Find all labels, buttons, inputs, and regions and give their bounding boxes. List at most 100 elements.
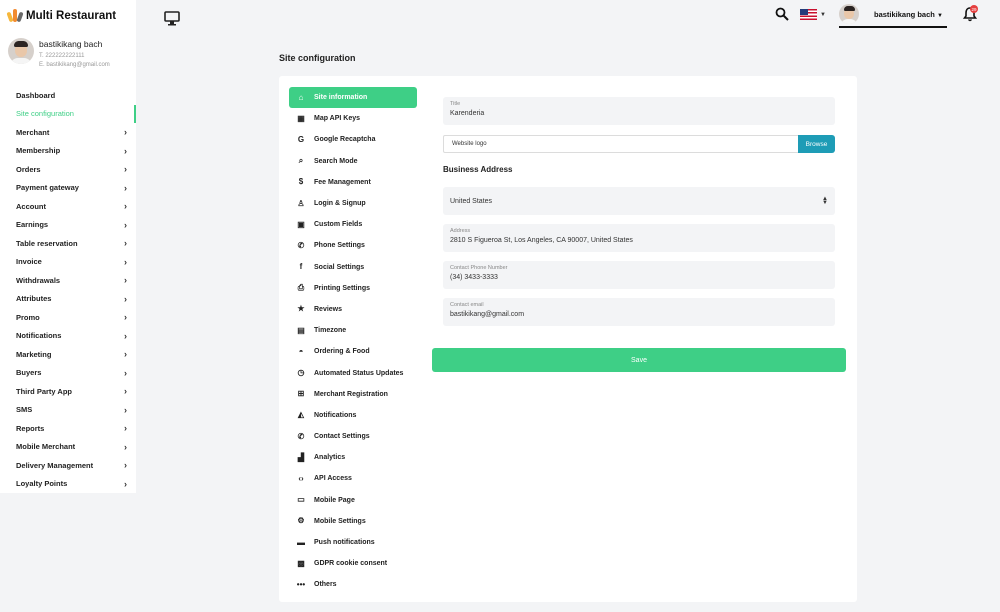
sidebar: Multi Restaurant bastikikang bach T. 222… bbox=[0, 0, 136, 493]
settings-nav-item-login-signup[interactable]: ♙ Login & Signup bbox=[289, 193, 417, 214]
chevron-right-icon: › bbox=[124, 219, 127, 230]
chevron-right-icon: › bbox=[124, 164, 127, 175]
settings-nav-item-mobile-page[interactable]: ▭ Mobile Page bbox=[289, 490, 417, 511]
sidebar-item-dashboard[interactable]: Dashboard bbox=[0, 86, 136, 105]
settings-nav-item-google-recaptcha[interactable]: G Google Recaptcha bbox=[289, 129, 417, 150]
sidebar-item-account[interactable]: Account › bbox=[0, 197, 136, 216]
title-value: Karenderia bbox=[450, 110, 485, 117]
settings-nav-item-site-information[interactable]: ⌂ Site information bbox=[289, 87, 417, 109]
settings-nav-item-mobile-settings[interactable]: ⚙ Mobile Settings bbox=[289, 511, 417, 532]
settings-nav-item-phone-settings[interactable]: ✆ Phone Settings bbox=[289, 235, 417, 256]
chevron-right-icon: › bbox=[124, 386, 127, 397]
sidebar-item-promo[interactable]: Promo › bbox=[0, 308, 136, 327]
sidebar-item-site-configuration[interactable]: Site configuration bbox=[0, 104, 136, 124]
settings-nav-label: Merchant Registration bbox=[314, 390, 388, 398]
settings-nav-item-map-api-keys[interactable]: ▦ Map API Keys bbox=[289, 108, 417, 129]
cookie-icon: ▩ bbox=[297, 558, 305, 568]
sidebar-item-marketing[interactable]: Marketing › bbox=[0, 345, 136, 364]
settings-nav-item-analytics[interactable]: ▟ Analytics bbox=[289, 447, 417, 468]
contact-email-label: Contact email bbox=[450, 302, 484, 308]
sidebar-item-label: Third Party App bbox=[16, 386, 72, 396]
settings-nav: ⌂ Site information ▦ Map API Keys G Google Re… bbox=[289, 87, 417, 596]
sidebar-item-membership[interactable]: Membership › bbox=[0, 142, 136, 161]
sidebar-item-third-party-app[interactable]: Third Party App › bbox=[0, 382, 136, 401]
settings-nav-label: API Access bbox=[314, 475, 352, 483]
contact-phone-field[interactable]: Contact Phone Number (34) 3433-3333 bbox=[443, 261, 835, 289]
sidebar-item-payment-gateway[interactable]: Payment gateway › bbox=[0, 179, 136, 198]
settings-nav-item-timezone[interactable]: ▤ Timezone bbox=[289, 320, 417, 341]
sidebar-item-table-reservation[interactable]: Table reservation › bbox=[0, 234, 136, 253]
settings-nav-item-gdpr-cookie-consent[interactable]: ▩ GDPR cookie consent bbox=[289, 553, 417, 574]
select-arrows-icon: ▲ ▼ bbox=[822, 196, 828, 206]
sidebar-item-label: Site configuration bbox=[16, 109, 74, 119]
settings-nav-item-api-access[interactable]: ‹› API Access bbox=[289, 468, 417, 489]
settings-nav-item-printing-settings[interactable]: ⎙ Printing Settings bbox=[289, 278, 417, 299]
title-label: Title bbox=[450, 101, 461, 107]
settings-nav-label: Custom Fields bbox=[314, 221, 363, 229]
settings-nav-item-reviews[interactable]: ★ Reviews bbox=[289, 299, 417, 320]
app-logo[interactable]: Multi Restaurant bbox=[6, 8, 116, 24]
contact-phone-label: Contact Phone Number bbox=[450, 265, 508, 271]
chevron-right-icon: › bbox=[124, 238, 127, 249]
phone-icon: ✆ bbox=[297, 240, 305, 250]
settings-nav-item-social-settings[interactable]: f Social Settings bbox=[289, 257, 417, 278]
sidebar-item-merchant[interactable]: Merchant › bbox=[0, 123, 136, 142]
map-icon: ▦ bbox=[297, 113, 305, 123]
settings-nav-item-push-notifications[interactable]: ▬ Push notifications bbox=[289, 532, 417, 553]
monitor-icon[interactable] bbox=[164, 11, 180, 26]
language-selector[interactable]: ▼ bbox=[800, 9, 826, 20]
settings-nav-label: Printing Settings bbox=[314, 284, 370, 292]
title-field[interactable]: Title Karenderia bbox=[443, 97, 835, 125]
sidebar-item-label: Loyalty Points bbox=[16, 479, 68, 489]
sidebar-item-attributes[interactable]: Attributes › bbox=[0, 290, 136, 309]
sidebar-item-mobile-merchant[interactable]: Mobile Merchant › bbox=[0, 438, 136, 457]
notification-badge: 29 bbox=[970, 5, 978, 13]
settings-nav-item-merchant-registration[interactable]: ⊞ Merchant Registration bbox=[289, 384, 417, 405]
settings-nav-item-notifications[interactable]: ◭ Notifications bbox=[289, 405, 417, 426]
home-icon: ⌂ bbox=[298, 92, 304, 102]
user-menu[interactable]: bastikikang bach ▼ bbox=[839, 4, 947, 28]
settings-nav-label: Map API Keys bbox=[314, 115, 361, 123]
address-field[interactable]: Address 2810 S Figueroa St, Los Angeles,… bbox=[443, 224, 835, 252]
sidebar-item-label: Orders bbox=[16, 164, 41, 174]
sidebar-item-delivery-management[interactable]: Delivery Management › bbox=[0, 456, 136, 475]
sidebar-item-invoice[interactable]: Invoice › bbox=[0, 253, 136, 272]
analytics-icon: ▟ bbox=[297, 452, 305, 462]
contact-email-field[interactable]: Contact email bastikikang@gmail.com bbox=[443, 298, 835, 326]
chevron-right-icon: › bbox=[124, 349, 127, 360]
sidebar-item-notifications[interactable]: Notifications › bbox=[0, 327, 136, 346]
chevron-right-icon: › bbox=[124, 256, 127, 267]
search-icon[interactable] bbox=[775, 7, 789, 21]
settings-nav-label: Ordering & Food bbox=[314, 348, 370, 356]
facebook-icon: f bbox=[299, 262, 303, 272]
clock-icon: ◷ bbox=[297, 368, 305, 378]
sidebar-item-buyers[interactable]: Buyers › bbox=[0, 364, 136, 383]
sidebar-item-reports[interactable]: Reports › bbox=[0, 419, 136, 438]
settings-nav-label: Contact Settings bbox=[314, 433, 370, 441]
contact-email-value: bastikikang@gmail.com bbox=[450, 311, 525, 318]
printer-icon: ⎙ bbox=[297, 283, 305, 293]
settings-nav-item-automated-status-updates[interactable]: ◷ Automated Status Updates bbox=[289, 362, 417, 383]
sidebar-item-orders[interactable]: Orders › bbox=[0, 160, 136, 179]
country-value: United States bbox=[450, 197, 493, 205]
sidebar-item-earnings[interactable]: Earnings › bbox=[0, 216, 136, 235]
sidebar-item-loyalty-points[interactable]: Loyalty Points › bbox=[0, 475, 136, 494]
search-icon: ⌕ bbox=[298, 156, 304, 166]
browse-button[interactable]: Browse bbox=[798, 135, 835, 153]
settings-nav-label: Fee Management bbox=[314, 178, 371, 186]
sidebar-item-sms[interactable]: SMS › bbox=[0, 401, 136, 420]
settings-nav-item-custom-fields[interactable]: ▣ Custom Fields bbox=[289, 214, 417, 235]
settings-nav-item-contact-settings[interactable]: ✆ Contact Settings bbox=[289, 426, 417, 447]
sidebar-item-withdrawals[interactable]: Withdrawals › bbox=[0, 271, 136, 290]
chevron-right-icon: › bbox=[124, 460, 127, 471]
settings-nav-label: Reviews bbox=[314, 305, 343, 313]
settings-nav-item-search-mode[interactable]: ⌕ Search Mode bbox=[289, 151, 417, 172]
save-button[interactable]: Save bbox=[432, 348, 846, 372]
country-select[interactable]: United States ▲ ▼ bbox=[443, 187, 835, 215]
settings-nav-item-others[interactable]: ••• Others bbox=[289, 574, 417, 595]
basket-icon: ◓ bbox=[298, 346, 304, 356]
settings-nav-item-fee-management[interactable]: $ Fee Management bbox=[289, 172, 417, 193]
us-flag-icon bbox=[800, 9, 817, 20]
website-logo-input[interactable]: Website logo bbox=[443, 135, 799, 153]
settings-nav-item-ordering-food[interactable]: ◓ Ordering & Food bbox=[289, 341, 417, 362]
